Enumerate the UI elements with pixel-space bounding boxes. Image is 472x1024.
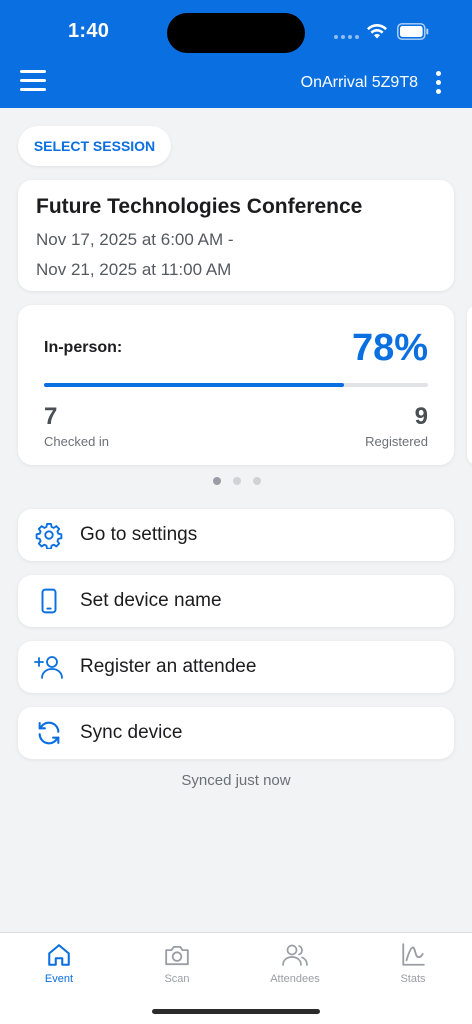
camera-icon — [165, 945, 189, 966]
event-card: Future Technologies Conference Nov 17, 2… — [18, 180, 454, 291]
tab-attendees[interactable]: Attendees — [236, 933, 354, 1003]
page-dot[interactable] — [253, 477, 261, 485]
set-device-name-button[interactable]: Set device name — [18, 575, 454, 627]
action-label: Sync device — [80, 722, 183, 743]
hamburger-menu-icon[interactable] — [20, 70, 50, 94]
gear-icon — [35, 522, 63, 549]
dynamic-island — [167, 13, 305, 53]
registered-count: 9 — [414, 403, 428, 430]
go-to-settings-button[interactable]: Go to settings — [18, 509, 454, 561]
attendance-stats-card[interactable]: In-person: 78% 7 Checked in 9 Registered — [18, 305, 454, 465]
sync-device-button[interactable]: Sync device — [18, 707, 454, 759]
next-stats-card[interactable] — [467, 305, 472, 465]
home-indicator — [152, 1009, 320, 1014]
carousel-page-indicator[interactable] — [213, 477, 261, 485]
tab-label: Stats — [400, 973, 426, 985]
tab-event[interactable]: Event — [0, 933, 118, 1003]
tab-scan[interactable]: Scan — [118, 933, 236, 1003]
tab-label: Attendees — [270, 973, 320, 985]
page-dot[interactable] — [213, 477, 221, 485]
checked-in-percent: 78% — [351, 327, 428, 369]
checkin-progress-fill — [44, 383, 344, 387]
action-label: Set device name — [80, 590, 222, 611]
action-label: Register an attendee — [80, 656, 257, 677]
event-date-end: Nov 21, 2025 at 11:00 AM — [36, 260, 232, 279]
device-title: OnArrival 5Z9T8 — [300, 74, 418, 91]
select-session-button[interactable]: SELECT SESSION — [18, 126, 171, 166]
event-name: Future Technologies Conference — [36, 195, 363, 218]
app-header: 1:40 OnArrival 5Z9T8 — [0, 0, 472, 108]
cellular-signal-icon — [334, 35, 359, 39]
register-attendee-button[interactable]: Register an attendee — [18, 641, 454, 693]
in-person-label: In-person: — [44, 339, 123, 356]
sync-icon — [38, 721, 60, 745]
home-icon — [48, 944, 70, 966]
tab-stats[interactable]: Stats — [354, 933, 472, 1003]
sync-status: Synced just now — [181, 772, 291, 789]
chart-icon — [402, 943, 425, 966]
tab-label: Event — [44, 973, 74, 985]
status-time: 1:40 — [68, 20, 110, 42]
phone-icon — [41, 588, 57, 614]
registered-label: Registered — [365, 434, 428, 449]
tab-label: Scan — [164, 973, 190, 985]
checkin-progress-bar — [44, 383, 428, 387]
page-dot[interactable] — [233, 477, 241, 485]
action-label: Go to settings — [80, 524, 198, 545]
add-person-icon — [34, 656, 63, 679]
checked-in-label: Checked in — [44, 434, 110, 449]
checked-in-count: 7 — [44, 403, 58, 430]
wifi-icon — [367, 23, 387, 39]
event-date-start: Nov 17, 2025 at 6:00 AM - — [36, 230, 234, 249]
more-vertical-icon[interactable] — [432, 71, 444, 97]
battery-icon — [397, 23, 429, 40]
people-icon — [282, 944, 308, 966]
